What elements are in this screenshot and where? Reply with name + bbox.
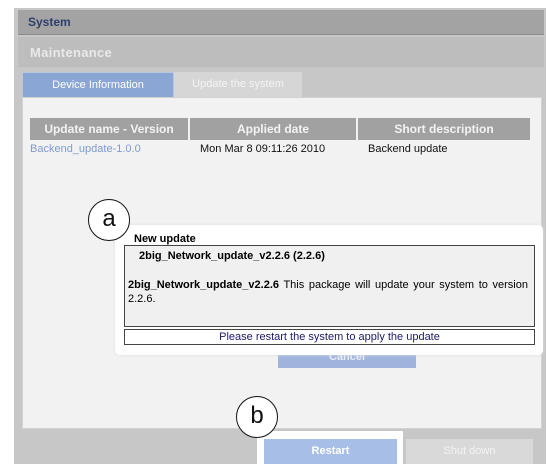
short-description-cell: Backend update: [368, 143, 448, 155]
maintenance-header: Maintenance: [18, 37, 544, 67]
update-name-link[interactable]: Backend_update-1.0.0: [30, 143, 141, 155]
callout-a-marker: a: [88, 199, 130, 241]
column-header-update-name: Update name - Version: [30, 118, 188, 140]
dialog-title: New update: [134, 233, 196, 245]
package-version-label: 2big_Network_update_v2.2.6 (2.2.6): [139, 250, 325, 262]
package-name: 2big_Network_update_v2.2.6: [128, 279, 280, 291]
maintenance-title: Maintenance: [30, 45, 113, 60]
column-header-applied-date: Applied date: [190, 118, 356, 140]
package-description: 2big_Network_update_v2.2.6 This package …: [128, 278, 528, 306]
callout-b-marker: b: [236, 396, 278, 438]
tab-device-information[interactable]: Device Information: [22, 72, 174, 99]
restart-button[interactable]: Restart: [264, 439, 397, 464]
system-title: System: [28, 15, 71, 29]
applied-date-cell: Mon Mar 8 09:11:26 2010: [200, 143, 326, 155]
system-header: System: [18, 10, 544, 35]
tab-update-system[interactable]: Update the system: [174, 72, 302, 97]
restart-message: Please restart the system to apply the u…: [124, 329, 535, 345]
shutdown-button[interactable]: Shut down: [406, 439, 533, 464]
column-header-short-description: Short description: [358, 118, 530, 140]
